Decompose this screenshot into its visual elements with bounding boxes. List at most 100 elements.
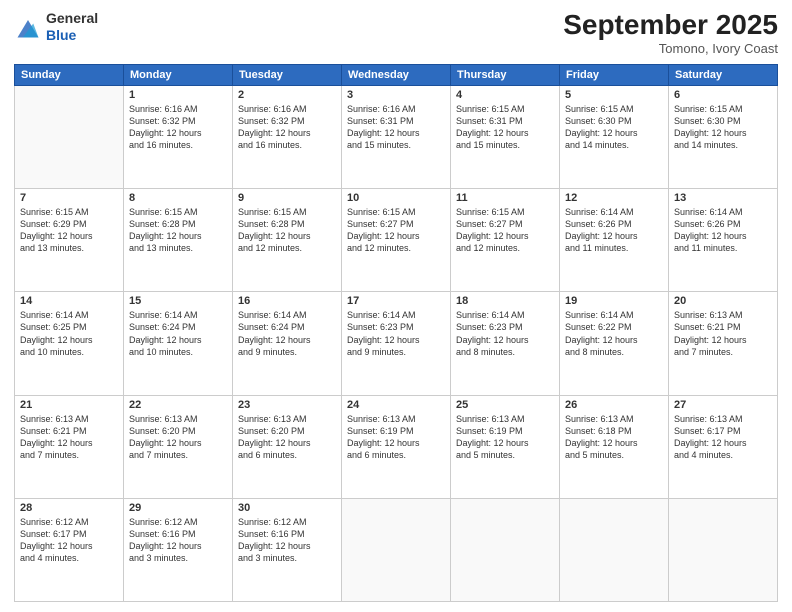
- day-number: 10: [347, 192, 445, 204]
- table-row: 29 Sunrise: 6:12 AM Sunset: 6:16 PM Dayli…: [124, 498, 233, 601]
- table-row: [560, 498, 669, 601]
- day-number: 14: [20, 295, 118, 307]
- day-info: Sunrise: 6:13 AM Sunset: 6:20 PM Dayligh…: [238, 413, 336, 462]
- table-row: [342, 498, 451, 601]
- table-row: 15 Sunrise: 6:14 AM Sunset: 6:24 PM Dayli…: [124, 292, 233, 395]
- day-info: Sunrise: 6:15 AM Sunset: 6:27 PM Dayligh…: [456, 206, 554, 255]
- table-row: [15, 85, 124, 188]
- table-row: [451, 498, 560, 601]
- day-number: 22: [129, 399, 227, 411]
- day-info: Sunrise: 6:14 AM Sunset: 6:23 PM Dayligh…: [456, 309, 554, 358]
- table-row: 11Sunrise: 6:15 AM Sunset: 6:27 PM Dayli…: [451, 189, 560, 292]
- table-row: 1 Sunrise: 6:16 AM Sunset: 6:32 PM Daylig…: [124, 85, 233, 188]
- day-info: Sunrise: 6:13 AM Sunset: 6:20 PM Dayligh…: [129, 413, 227, 462]
- col-thursday: Thursday: [451, 64, 560, 85]
- calendar-header-row: Sunday Monday Tuesday Wednesday Thursday…: [15, 64, 778, 85]
- day-info: Sunrise: 6:15 AM Sunset: 6:28 PM Dayligh…: [238, 206, 336, 255]
- table-row: 28Sunrise: 6:12 AM Sunset: 6:17 PM Dayli…: [15, 498, 124, 601]
- table-row: 27 Sunrise: 6:13 AM Sunset: 6:17 PM Dayli…: [669, 395, 778, 498]
- table-row: 8 Sunrise: 6:15 AM Sunset: 6:28 PM Daylig…: [124, 189, 233, 292]
- day-number: 18: [456, 295, 554, 307]
- day-info: Sunrise: 6:13 AM Sunset: 6:19 PM Dayligh…: [456, 413, 554, 462]
- day-info: Sunrise: 6:14 AM Sunset: 6:24 PM Dayligh…: [129, 309, 227, 358]
- day-number: 12: [565, 192, 663, 204]
- col-friday: Friday: [560, 64, 669, 85]
- day-number: 8: [129, 192, 227, 204]
- table-row: 13Sunrise: 6:14 AM Sunset: 6:26 PM Dayli…: [669, 189, 778, 292]
- table-row: 16 Sunrise: 6:14 AM Sunset: 6:24 PM Dayli…: [233, 292, 342, 395]
- table-row: 22 Sunrise: 6:13 AM Sunset: 6:20 PM Dayli…: [124, 395, 233, 498]
- table-row: 21Sunrise: 6:13 AM Sunset: 6:21 PM Dayli…: [15, 395, 124, 498]
- table-row: 25Sunrise: 6:13 AM Sunset: 6:19 PM Dayli…: [451, 395, 560, 498]
- calendar-week-row: 21Sunrise: 6:13 AM Sunset: 6:21 PM Dayli…: [15, 395, 778, 498]
- day-number: 15: [129, 295, 227, 307]
- day-info: Sunrise: 6:13 AM Sunset: 6:17 PM Dayligh…: [674, 413, 772, 462]
- calendar-week-row: 7 Sunrise: 6:15 AM Sunset: 6:29 PM Daylig…: [15, 189, 778, 292]
- day-number: 3: [347, 89, 445, 101]
- logo-icon: [14, 13, 42, 41]
- day-number: 27: [674, 399, 772, 411]
- day-number: 26: [565, 399, 663, 411]
- day-info: Sunrise: 6:15 AM Sunset: 6:30 PM Dayligh…: [674, 103, 772, 152]
- logo: General Blue: [14, 10, 98, 44]
- day-info: Sunrise: 6:13 AM Sunset: 6:18 PM Dayligh…: [565, 413, 663, 462]
- day-info: Sunrise: 6:14 AM Sunset: 6:25 PM Dayligh…: [20, 309, 118, 358]
- day-info: Sunrise: 6:14 AM Sunset: 6:26 PM Dayligh…: [565, 206, 663, 255]
- day-number: 23: [238, 399, 336, 411]
- logo-general: General: [46, 10, 98, 27]
- day-info: Sunrise: 6:16 AM Sunset: 6:31 PM Dayligh…: [347, 103, 445, 152]
- page-header: General Blue September 2025 Tomono, Ivor…: [14, 10, 778, 56]
- day-info: Sunrise: 6:12 AM Sunset: 6:16 PM Dayligh…: [129, 516, 227, 565]
- table-row: 6 Sunrise: 6:15 AM Sunset: 6:30 PM Daylig…: [669, 85, 778, 188]
- table-row: 10 Sunrise: 6:15 AM Sunset: 6:27 PM Dayli…: [342, 189, 451, 292]
- day-number: 9: [238, 192, 336, 204]
- table-row: 4Sunrise: 6:15 AM Sunset: 6:31 PM Daylig…: [451, 85, 560, 188]
- day-number: 28: [20, 502, 118, 514]
- calendar-table: Sunday Monday Tuesday Wednesday Thursday…: [14, 64, 778, 602]
- col-tuesday: Tuesday: [233, 64, 342, 85]
- day-number: 2: [238, 89, 336, 101]
- day-info: Sunrise: 6:12 AM Sunset: 6:16 PM Dayligh…: [238, 516, 336, 565]
- day-number: 7: [20, 192, 118, 204]
- col-sunday: Sunday: [15, 64, 124, 85]
- day-info: Sunrise: 6:13 AM Sunset: 6:21 PM Dayligh…: [674, 309, 772, 358]
- day-info: Sunrise: 6:14 AM Sunset: 6:24 PM Dayligh…: [238, 309, 336, 358]
- table-row: 17Sunrise: 6:14 AM Sunset: 6:23 PM Dayli…: [342, 292, 451, 395]
- day-info: Sunrise: 6:14 AM Sunset: 6:23 PM Dayligh…: [347, 309, 445, 358]
- logo-text: General Blue: [46, 10, 98, 44]
- day-number: 29: [129, 502, 227, 514]
- title-area: September 2025 Tomono, Ivory Coast: [563, 10, 778, 56]
- day-number: 1: [129, 89, 227, 101]
- day-info: Sunrise: 6:14 AM Sunset: 6:26 PM Dayligh…: [674, 206, 772, 255]
- table-row: 7 Sunrise: 6:15 AM Sunset: 6:29 PM Daylig…: [15, 189, 124, 292]
- day-number: 19: [565, 295, 663, 307]
- day-info: Sunrise: 6:13 AM Sunset: 6:21 PM Dayligh…: [20, 413, 118, 462]
- col-wednesday: Wednesday: [342, 64, 451, 85]
- table-row: 3 Sunrise: 6:16 AM Sunset: 6:31 PM Daylig…: [342, 85, 451, 188]
- col-monday: Monday: [124, 64, 233, 85]
- calendar-week-row: 1 Sunrise: 6:16 AM Sunset: 6:32 PM Daylig…: [15, 85, 778, 188]
- day-info: Sunrise: 6:15 AM Sunset: 6:29 PM Dayligh…: [20, 206, 118, 255]
- day-info: Sunrise: 6:14 AM Sunset: 6:22 PM Dayligh…: [565, 309, 663, 358]
- day-info: Sunrise: 6:16 AM Sunset: 6:32 PM Dayligh…: [129, 103, 227, 152]
- table-row: 23 Sunrise: 6:13 AM Sunset: 6:20 PM Dayli…: [233, 395, 342, 498]
- location-subtitle: Tomono, Ivory Coast: [563, 41, 778, 56]
- col-saturday: Saturday: [669, 64, 778, 85]
- table-row: 5Sunrise: 6:15 AM Sunset: 6:30 PM Daylig…: [560, 85, 669, 188]
- table-row: 12 Sunrise: 6:14 AM Sunset: 6:26 PM Dayli…: [560, 189, 669, 292]
- table-row: [669, 498, 778, 601]
- table-row: 19 Sunrise: 6:14 AM Sunset: 6:22 PM Dayli…: [560, 292, 669, 395]
- month-title: September 2025: [563, 10, 778, 41]
- table-row: 26 Sunrise: 6:13 AM Sunset: 6:18 PM Dayli…: [560, 395, 669, 498]
- day-number: 30: [238, 502, 336, 514]
- table-row: 30 Sunrise: 6:12 AM Sunset: 6:16 PM Dayli…: [233, 498, 342, 601]
- calendar-week-row: 14 Sunrise: 6:14 AM Sunset: 6:25 PM Dayli…: [15, 292, 778, 395]
- day-number: 16: [238, 295, 336, 307]
- logo-blue: Blue: [46, 27, 98, 44]
- day-number: 6: [674, 89, 772, 101]
- day-info: Sunrise: 6:15 AM Sunset: 6:27 PM Dayligh…: [347, 206, 445, 255]
- table-row: 20Sunrise: 6:13 AM Sunset: 6:21 PM Dayli…: [669, 292, 778, 395]
- table-row: 14 Sunrise: 6:14 AM Sunset: 6:25 PM Dayli…: [15, 292, 124, 395]
- day-info: Sunrise: 6:15 AM Sunset: 6:31 PM Dayligh…: [456, 103, 554, 152]
- day-info: Sunrise: 6:15 AM Sunset: 6:28 PM Dayligh…: [129, 206, 227, 255]
